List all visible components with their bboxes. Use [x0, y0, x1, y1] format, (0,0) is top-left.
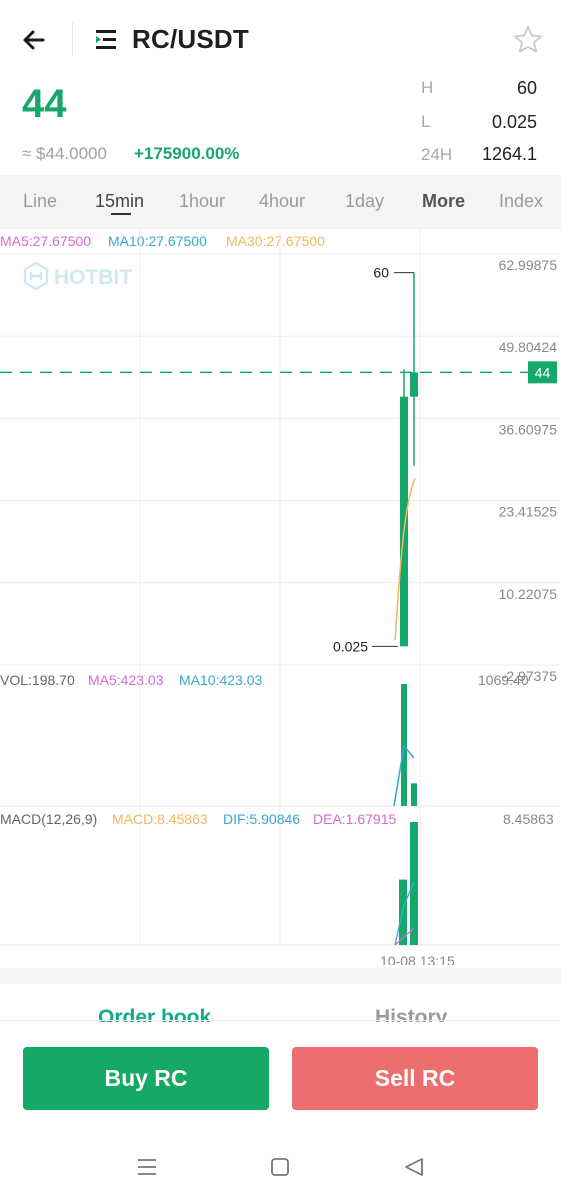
- volume-ma5-legend: MA5:423.03: [88, 672, 164, 688]
- current-price-tag-text: 44: [535, 364, 551, 380]
- section-separator: [0, 968, 561, 984]
- kline-chart[interactable]: HOTBIT 62.99875 49.80424 36.60975 23.41525 1…: [0, 230, 561, 965]
- hotbit-logo-icon: [23, 261, 49, 291]
- dif-legend: DIF:5.90846: [223, 811, 301, 827]
- high-marker-label: 60: [373, 265, 389, 281]
- system-nav-bar: [0, 1135, 561, 1200]
- back-arrow-icon[interactable]: [18, 24, 50, 56]
- high-label: H: [421, 78, 434, 97]
- high-value: 60: [516, 78, 537, 98]
- bottom-tabs-divider: [0, 1020, 561, 1021]
- y-axis-ticks: 62.99875 49.80424 36.60975 23.41525 10.22075…: [499, 257, 558, 684]
- hotbit-watermark: HOTBIT: [23, 261, 132, 291]
- macd-max-label: 8.45863: [503, 811, 554, 827]
- y-tick-label: 23.41525: [499, 504, 558, 520]
- macd-panel: [394, 822, 418, 946]
- active-tab-underline: [111, 213, 131, 215]
- home-icon[interactable]: [266, 1153, 294, 1181]
- usd-price: ≈ $44.0000: [22, 144, 107, 163]
- candle-body: [400, 396, 408, 647]
- tab-4hour[interactable]: 4hour: [259, 191, 305, 212]
- tab-index[interactable]: Index: [499, 191, 543, 212]
- current-price-line: 44: [0, 361, 557, 384]
- y-tick-label: 36.60975: [499, 421, 558, 437]
- low-label: L: [421, 112, 431, 131]
- y-tick-label: 62.99875: [499, 257, 558, 273]
- tab-15min[interactable]: 15min: [95, 191, 144, 212]
- time-axis-label: 10-08 13:15: [380, 953, 455, 965]
- pair-menu-icon[interactable]: [94, 28, 120, 52]
- back-icon[interactable]: [400, 1153, 428, 1181]
- tab-1day[interactable]: 1day: [345, 191, 384, 212]
- candles: [394, 272, 418, 647]
- y-tick-label: 10.22075: [499, 586, 558, 602]
- chart-grid: [0, 230, 561, 946]
- candle-body: [410, 372, 418, 397]
- low-marker-label: 0.025: [333, 638, 368, 654]
- macd-legend-label: MACD(12,26,9): [0, 811, 98, 827]
- star-icon[interactable]: [512, 24, 544, 56]
- macd-value-legend: MACD:8.45863: [112, 811, 208, 827]
- price-change: +175900.00%: [134, 144, 240, 163]
- tab-line[interactable]: Line: [23, 191, 57, 212]
- dea-legend: DEA:1.67915: [313, 811, 397, 827]
- top-bar: RC/USDT: [0, 0, 561, 80]
- volume-legend: VOL:198.70: [0, 672, 75, 688]
- volume-max-label: 1069.40: [478, 672, 529, 688]
- volume-ma10-legend: MA10:423.03: [179, 672, 263, 688]
- interval-tabs: Line 15min 1hour 4hour 1day More Index: [0, 175, 561, 229]
- low-value: 0.025: [491, 112, 537, 132]
- sell-button[interactable]: Sell RC: [292, 1047, 538, 1110]
- recents-icon[interactable]: [133, 1153, 161, 1181]
- tab-more[interactable]: More: [422, 191, 465, 212]
- watermark-text: HOTBIT: [54, 266, 132, 289]
- last-price: 44: [22, 82, 67, 126]
- tab-1hour[interactable]: 1hour: [179, 191, 225, 212]
- y-tick-label: 49.80424: [499, 339, 558, 355]
- buy-button[interactable]: Buy RC: [23, 1047, 269, 1110]
- volume-panel: [393, 684, 417, 807]
- volume-bar: [411, 783, 417, 806]
- volume-24h-label: 24H: [421, 145, 453, 164]
- pair-title[interactable]: RC/USDT: [132, 24, 249, 55]
- header-divider: [72, 22, 73, 56]
- volume-24h-value: 1264.1: [481, 144, 537, 164]
